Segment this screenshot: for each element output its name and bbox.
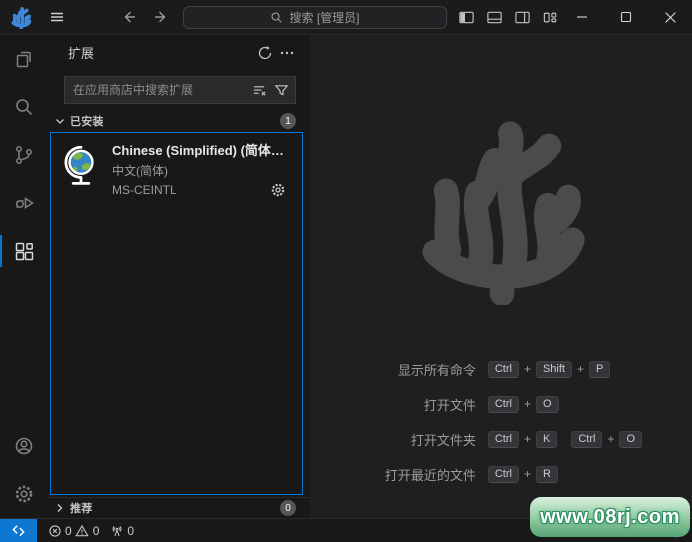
key-cap: Ctrl <box>487 395 519 413</box>
remote-indicator[interactable] <box>0 519 37 542</box>
recommended-section-header[interactable]: 推荐 0 <box>48 497 310 518</box>
forward-button[interactable] <box>151 7 171 27</box>
search-icon <box>16 99 33 116</box>
plus-separator: + <box>576 362 584 376</box>
shortcut-label: 打开文件 <box>423 397 476 413</box>
search-icon <box>271 11 283 23</box>
plus-separator: + <box>607 432 615 446</box>
activity-source-control[interactable] <box>0 131 48 179</box>
plus-separator: + <box>523 432 531 446</box>
chevron-right-icon <box>57 504 63 512</box>
layout-sidebar-icon[interactable] <box>458 9 475 26</box>
extension-search-input[interactable] <box>67 83 246 97</box>
source-control-icon <box>16 146 32 164</box>
chevron-down-icon <box>56 119 64 124</box>
extensions-icon <box>15 242 34 261</box>
plus-separator: + <box>523 397 531 411</box>
accounts-icon <box>15 437 33 455</box>
activity-accounts[interactable] <box>0 422 48 470</box>
shortcut-keys: Ctrl + R <box>487 464 558 484</box>
coral-watermark-icon <box>422 121 585 305</box>
layout-panel-icon[interactable] <box>486 9 503 26</box>
gear-icon[interactable] <box>270 182 286 198</box>
plus-separator: + <box>523 467 531 481</box>
extension-row[interactable]: Chinese (Simplified) (简体… 中文(简体) MS-CEIN… <box>51 133 302 198</box>
installed-label: 已安装 <box>70 116 104 128</box>
extension-search-box <box>64 76 296 104</box>
close-button[interactable] <box>648 0 692 34</box>
warning-icon <box>75 523 90 538</box>
sidebar-header: 扩展 <box>48 35 310 70</box>
activity-bar <box>0 35 48 518</box>
filter-icon[interactable] <box>272 81 290 99</box>
minimize-button[interactable] <box>560 0 604 34</box>
customize-layout-icon[interactable] <box>542 9 559 26</box>
editor-area: 显示所有命令 Ctrl + Shift + P 打开文件 Ctrl + O 打开文件夹 Ctrl + K C… <box>310 35 692 518</box>
menu-icon[interactable] <box>47 7 67 27</box>
shortcut-label: 打开最近的文件 <box>384 467 476 483</box>
key-cap: O <box>535 395 559 413</box>
key-cap: P <box>589 360 611 378</box>
extension-meta: Chinese (Simplified) (简体… 中文(简体) MS-CEIN… <box>112 140 298 198</box>
activity-search[interactable] <box>0 83 48 131</box>
command-center-search[interactable]: 搜索 [管理员] <box>183 5 447 29</box>
activity-run-debug[interactable] <box>0 179 48 227</box>
site-watermark: www.08rj.com <box>530 497 690 537</box>
key-cap: O <box>619 430 642 448</box>
key-cap: Ctrl <box>487 465 519 483</box>
recommended-count-badge: 0 <box>280 500 296 516</box>
shortcut-keys: Ctrl + K Ctrl + O <box>487 429 642 449</box>
plus-separator: + <box>523 362 531 376</box>
title-bar: 搜索 [管理员] <box>0 0 692 35</box>
recommended-label: 推荐 <box>70 503 93 515</box>
explorer-icon <box>16 51 31 68</box>
shortcut-list: 显示所有命令 Ctrl + Shift + P 打开文件 Ctrl + O 打开文件夹 Ctrl + K C… <box>385 359 642 484</box>
site-watermark-text: www.08rj.com <box>540 505 680 528</box>
clear-search-icon[interactable] <box>250 81 268 99</box>
error-count: 0 <box>65 523 72 538</box>
shortcut-keys: Ctrl + Shift + P <box>487 359 611 379</box>
globe-icon <box>64 145 94 185</box>
ports-icon <box>109 523 124 538</box>
refresh-icon <box>258 45 272 59</box>
installed-count-badge: 1 <box>280 113 296 129</box>
key-cap: Ctrl <box>571 430 603 448</box>
more-actions-icon <box>280 51 294 54</box>
key-cap: Ctrl <box>487 430 519 448</box>
shortcut-label: 打开文件夹 <box>410 432 476 448</box>
app-logo-icon <box>11 7 32 29</box>
activity-extensions[interactable] <box>0 227 48 275</box>
extension-publisher: MS-CEINTL <box>112 183 177 197</box>
debug-icon <box>16 197 34 209</box>
refresh-button[interactable] <box>254 42 276 64</box>
key-cap: R <box>535 465 558 483</box>
remote-icon <box>12 525 25 537</box>
problems-status[interactable]: 0 0 <box>47 523 99 538</box>
error-icon <box>47 523 62 538</box>
extensions-sidebar: 扩展 已安装 1 <box>48 35 310 518</box>
maximize-button[interactable] <box>604 0 648 34</box>
activity-settings[interactable] <box>0 470 48 518</box>
key-cap: Ctrl <box>487 360 519 378</box>
back-button[interactable] <box>119 7 139 27</box>
layout-secondary-sidebar-icon[interactable] <box>514 9 531 26</box>
command-center-label: 搜索 [管理员] <box>289 10 360 25</box>
shortcut-label: 显示所有命令 <box>397 362 476 378</box>
installed-section-header[interactable]: 已安装 1 <box>48 110 310 132</box>
warning-count: 0 <box>92 523 100 538</box>
ports-status[interactable]: 0 <box>109 523 134 538</box>
activity-explorer[interactable] <box>0 35 48 83</box>
layout-controls <box>458 9 559 26</box>
ports-count: 0 <box>127 523 135 538</box>
extension-description: 中文(简体) <box>112 164 168 178</box>
extension-list[interactable]: Chinese (Simplified) (简体… 中文(简体) MS-CEIN… <box>50 132 303 495</box>
key-cap: K <box>535 430 558 448</box>
shortcut-keys: Ctrl + O <box>487 394 559 414</box>
gear-icon <box>15 485 33 503</box>
more-actions-button[interactable] <box>276 42 298 64</box>
extension-name: Chinese (Simplified) (简体… <box>112 143 284 158</box>
sidebar-title: 扩展 <box>68 46 95 61</box>
key-cap: Shift <box>535 360 572 378</box>
